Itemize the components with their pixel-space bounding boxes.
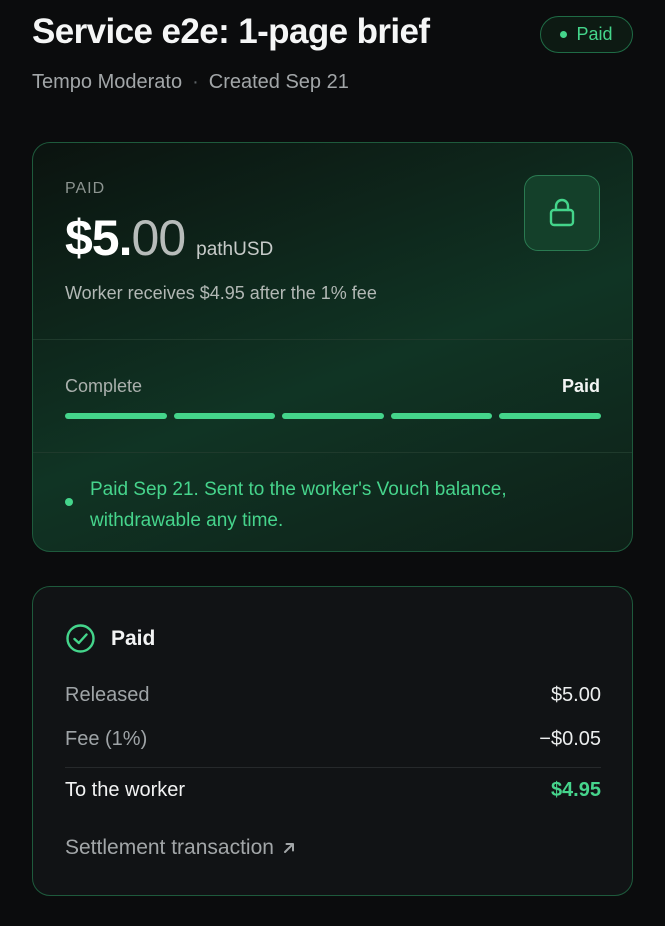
progress-label-paid: Paid (561, 376, 600, 396)
subtitle-separator: · (192, 71, 199, 93)
row-label: Released (65, 684, 150, 706)
settlement-transaction-link[interactable]: Settlement transaction (65, 836, 296, 860)
progress-bar (65, 413, 601, 419)
org-name: Tempo Moderato (32, 71, 183, 93)
summary-row-fee: Fee (1%) −$0.05 (65, 728, 601, 751)
progress-segment (65, 413, 167, 419)
status-dot-icon (560, 31, 568, 38)
summary-row-total: To the worker $4.95 (65, 779, 601, 802)
summary-title: Paid (111, 626, 156, 650)
row-value: −$0.05 (539, 728, 601, 750)
page-title: Service e2e: 1-page brief (32, 12, 430, 51)
progress-segment (499, 413, 601, 419)
total-label: To the worker (65, 779, 186, 801)
amount-dollars: $5. (65, 210, 133, 266)
payment-card: PAID $5. 00 pathUSD Worker receives $4.95… (32, 142, 633, 552)
summary-header: Paid (65, 623, 155, 654)
amount-cents: 00 (131, 210, 187, 266)
summary-divider (65, 767, 601, 768)
summary-row-released: Released $5.00 (65, 684, 601, 707)
card-divider (33, 452, 632, 453)
lock-button[interactable] (524, 175, 600, 251)
created-date: Created Sep 21 (208, 71, 349, 93)
total-value: $4.95 (550, 779, 601, 801)
row-label: Fee (1%) (65, 728, 148, 750)
payment-notice: Paid Sep 21. Sent to the worker's Vouch … (90, 479, 507, 531)
payment-status-label: PAID (65, 180, 106, 197)
page-subtitle: Tempo Moderato · Created Sep 21 (32, 71, 349, 94)
status-badge-label: Paid (576, 24, 613, 44)
settlement-summary-card: Paid Released $5.00 Fee (1%) −$0.05 To t… (32, 586, 633, 896)
row-value: $5.00 (550, 684, 601, 706)
progress-label-complete: Complete (65, 376, 143, 396)
progress-segment (282, 413, 384, 419)
page: Service e2e: 1-page brief Paid Tempo Mod… (0, 0, 665, 926)
notice-dot-icon (65, 498, 73, 506)
progress-segment (390, 413, 493, 419)
status-badge: Paid (540, 16, 633, 53)
worker-receives-note: Worker receives $4.95 after the 1% fee (65, 283, 377, 303)
payment-amount: $5. 00 pathUSD (65, 209, 273, 267)
settlement-link-label: Settlement transaction (65, 836, 274, 859)
currency-label: pathUSD (196, 239, 274, 260)
check-circle-icon (66, 624, 95, 653)
lock-icon (549, 198, 575, 227)
card-divider (33, 339, 632, 340)
progress-segment (173, 413, 276, 419)
arrow-up-right-icon (283, 843, 294, 853)
